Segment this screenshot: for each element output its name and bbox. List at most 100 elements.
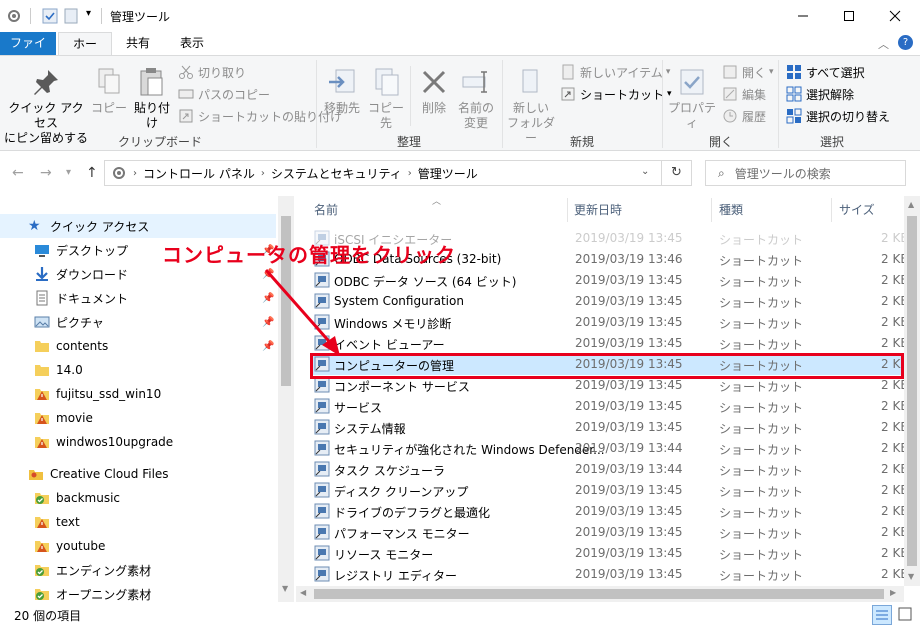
scroll-down-icon[interactable]: ▼ <box>282 584 288 593</box>
nav-item[interactable]: movie <box>0 406 276 430</box>
copy-path-button[interactable]: パスのコピー <box>178 84 270 104</box>
pin-icon <box>34 70 58 95</box>
column-header-size[interactable]: サイズ <box>839 196 875 224</box>
minimize-button[interactable] <box>780 0 826 32</box>
search-box[interactable]: ⌕ 管理ツールの検索 <box>705 160 906 186</box>
nav-item[interactable]: エンディング素材 <box>0 558 276 582</box>
file-row[interactable]: リソース モニター 2019/03/19 13:45 ショートカット 2 KB <box>310 543 904 564</box>
file-row[interactable]: サービス 2019/03/19 13:45 ショートカット 2 KB <box>310 396 904 417</box>
nav-item[interactable]: ドキュメント 📌 <box>0 286 276 310</box>
nav-item[interactable]: 14.0 <box>0 358 276 382</box>
nav-item[interactable]: fujitsu_ssd_win10 <box>0 382 276 406</box>
open-button[interactable]: 開く ▾ <box>722 62 774 82</box>
nav-item[interactable]: text <box>0 510 276 534</box>
move-to-button[interactable]: 移動先 <box>320 66 364 116</box>
details-view-button[interactable] <box>872 605 892 625</box>
nav-item[interactable]: contents 📌 <box>0 334 276 358</box>
collapse-ribbon-icon[interactable]: ︿ <box>878 36 889 52</box>
file-list-scroll-thumb[interactable] <box>907 216 917 566</box>
edit-button[interactable]: 編集 <box>722 84 766 104</box>
column-divider[interactable] <box>711 198 712 222</box>
properties-check-icon[interactable] <box>42 8 58 24</box>
paste-button[interactable]: 貼り付け <box>130 66 174 131</box>
nav-item[interactable]: オープニング素材 <box>0 582 276 602</box>
file-list-scrollbar[interactable]: ▲ ▼ <box>904 196 920 586</box>
delete-button[interactable]: 削除 <box>414 66 454 116</box>
horizontal-scroll-thumb[interactable] <box>314 589 884 599</box>
file-row[interactable]: Windows メモリ診断 2019/03/19 13:45 ショートカット 2 KB <box>310 312 904 333</box>
file-name: サービス <box>334 401 383 415</box>
scroll-right-icon[interactable]: ▶ <box>890 588 896 597</box>
maximize-button[interactable] <box>826 0 872 32</box>
file-row[interactable]: システム情報 2019/03/19 13:45 ショートカット 2 KB <box>310 417 904 438</box>
nav-item[interactable]: youtube <box>0 534 276 558</box>
file-row[interactable]: ドライブのデフラグと最適化 2019/03/19 13:45 ショートカット 2 KB <box>310 501 904 522</box>
file-row[interactable]: タスク スケジューラ 2019/03/19 13:44 ショートカット 2 KB <box>310 459 904 480</box>
pin-icon[interactable]: 📌 <box>262 293 274 304</box>
nav-item[interactable]: ピクチャ 📌 <box>0 310 276 334</box>
breadcrumb-control-panel[interactable]: コントロール パネル <box>143 165 255 182</box>
nav-item[interactable]: windwos10upgrade <box>0 430 276 454</box>
file-size: 2 KB <box>881 399 904 413</box>
forward-arrow-icon[interactable]: → <box>40 165 52 181</box>
file-size: 2 KB <box>881 504 904 518</box>
copy-path-icon <box>178 89 194 99</box>
file-row[interactable]: パフォーマンス モニター 2019/03/19 13:45 ショートカット 2 KB <box>310 522 904 543</box>
breadcrumb-admin-tools[interactable]: 管理ツール <box>418 165 478 182</box>
select-none-button[interactable]: 選択解除 <box>786 84 854 104</box>
file-row[interactable]: ディスク クリーンアップ 2019/03/19 13:45 ショートカット 2 KB <box>310 480 904 501</box>
file-row[interactable]: セキュリティが強化された Windows Defender... 2019/03/… <box>310 438 904 459</box>
column-divider[interactable] <box>831 198 832 222</box>
rename-button[interactable]: 名前の 変更 <box>454 66 498 131</box>
address-bar[interactable]: › コントロール パネル › システムとセキュリティ › 管理ツール ⌄ ↻ <box>104 160 692 186</box>
invert-selection-button[interactable]: 選択の切り替え <box>786 106 890 126</box>
nav-creative-cloud[interactable]: Creative Cloud Files <box>0 462 276 486</box>
tab-share[interactable]: 共有 <box>116 32 160 56</box>
file-row[interactable]: ODBC データ ソース (64 ビット) 2019/03/19 13:45 ショー… <box>310 270 904 291</box>
column-header-date[interactable]: 更新日時 <box>574 196 622 224</box>
tab-view[interactable]: 表示 <box>170 32 214 56</box>
copy-to-button[interactable]: コピー先 <box>364 66 408 131</box>
file-list-horizontal-scrollbar[interactable]: ◀ ▶ <box>296 586 904 602</box>
column-divider[interactable] <box>567 198 568 222</box>
column-header-type[interactable]: 種類 <box>719 196 743 224</box>
large-icons-view-button[interactable] <box>896 605 916 625</box>
file-row[interactable]: イベント ビューアー 2019/03/19 13:45 ショートカット 2 KB <box>310 333 904 354</box>
back-arrow-icon[interactable]: ← <box>12 165 24 181</box>
file-row[interactable]: レジストリ エディター 2019/03/19 13:45 ショートカット 2 KB <box>310 564 904 585</box>
paste-shortcut-button[interactable]: ショートカットの貼り付け <box>178 106 342 126</box>
new-item-button[interactable]: 新しいアイテム ▾ <box>560 62 670 82</box>
shortcut-file-icon <box>314 314 330 330</box>
refresh-icon[interactable]: ↻ <box>671 165 682 180</box>
cut-button[interactable]: 切り取り <box>178 62 246 82</box>
copy-button[interactable]: コピー <box>90 66 128 116</box>
pin-icon[interactable]: 📌 <box>262 317 274 328</box>
nav-item[interactable]: backmusic <box>0 486 276 510</box>
history-icon <box>723 109 737 123</box>
new-folder-qa-icon[interactable] <box>64 8 80 24</box>
scroll-up-icon[interactable]: ▲ <box>908 200 914 209</box>
pin-icon[interactable]: 📌 <box>262 341 274 352</box>
scroll-down-icon[interactable]: ▼ <box>908 572 914 581</box>
pin-icon[interactable]: 📌 <box>262 269 274 280</box>
column-header-name[interactable]: 名前 <box>314 196 338 224</box>
tab-file[interactable]: ファイル <box>0 32 56 72</box>
scroll-left-icon[interactable]: ◀ <box>300 588 306 597</box>
up-arrow-icon[interactable]: ↑ <box>86 165 98 181</box>
paste-shortcut-icon <box>179 109 193 123</box>
explorer-properties-icon[interactable] <box>6 8 22 24</box>
close-button[interactable] <box>872 0 918 32</box>
breadcrumb-security[interactable]: システムとセキュリティ <box>271 165 402 182</box>
file-row[interactable]: System Configuration 2019/03/19 13:45 ショート… <box>310 291 904 312</box>
tab-home[interactable]: ホーム <box>58 32 112 73</box>
help-icon[interactable]: ? <box>898 35 913 50</box>
select-all-button[interactable]: すべて選択 <box>786 62 865 82</box>
properties-button[interactable]: プロパティ <box>666 66 718 131</box>
warning-folder-icon <box>35 413 49 424</box>
customize-qa-dropdown[interactable]: ▾ <box>86 8 91 19</box>
history-button[interactable]: 履歴 <box>722 106 766 126</box>
nav-quick-access[interactable]: ★ クイック アクセス <box>0 214 276 238</box>
recent-locations-icon[interactable]: ▾ <box>66 167 71 178</box>
address-dropdown-icon[interactable]: ⌄ <box>641 166 649 177</box>
shortcut-button[interactable]: ショートカット ▾ <box>560 84 672 104</box>
